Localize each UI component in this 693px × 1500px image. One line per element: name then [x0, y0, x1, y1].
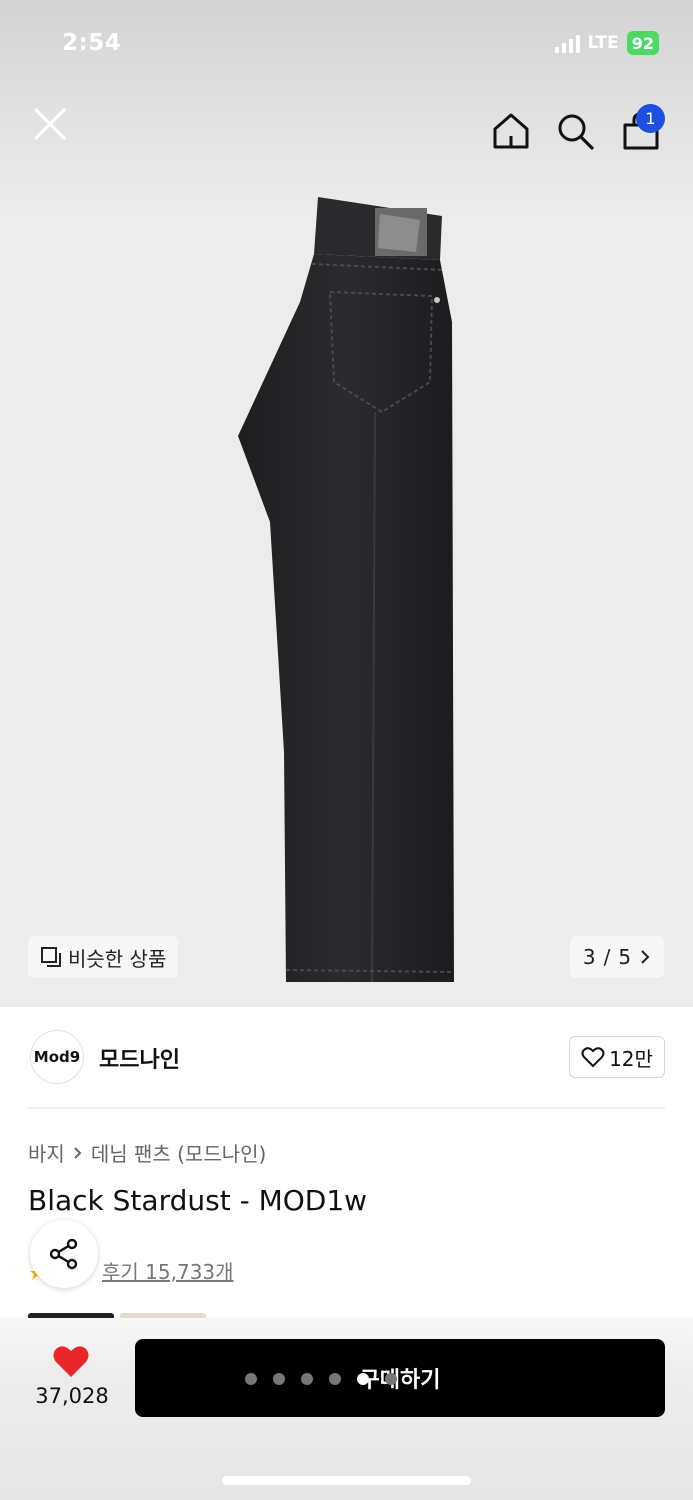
product-photo[interactable]	[230, 192, 465, 987]
brand-like-count: 12만	[609, 1046, 653, 1071]
page-separator: /	[603, 945, 611, 969]
brand-name[interactable]: 모드나인	[99, 1042, 180, 1074]
total-pages: 5	[618, 945, 632, 969]
breadcrumb-category[interactable]: 바지	[28, 1138, 65, 1167]
heart-filled-icon[interactable]	[52, 1344, 90, 1378]
brand-like-button[interactable]: 12만	[569, 1036, 665, 1078]
breadcrumb: 바지 데님 팬츠 (모드나인)	[28, 1138, 266, 1167]
breadcrumb-subcategory[interactable]: 데님 팬츠 (모드나인)	[91, 1138, 267, 1167]
current-page: 3	[582, 945, 596, 969]
cart-count-badge: 1	[636, 104, 665, 133]
review-link[interactable]: 후기 15,733개	[102, 1256, 234, 1285]
gallery-dot	[245, 1373, 257, 1385]
gallery-page-counter[interactable]: 3 / 5	[570, 936, 664, 978]
jeans-image	[238, 197, 455, 983]
buy-button[interactable]: 구매하기	[135, 1339, 665, 1417]
close-icon	[34, 108, 66, 140]
network-type: LTE	[587, 33, 619, 53]
gallery-dot	[385, 1373, 397, 1385]
share-icon	[49, 1238, 78, 1270]
gallery-dot	[273, 1373, 285, 1385]
brand-logo[interactable]: Mod9	[30, 1030, 84, 1084]
product-title: Black Stardust - MOD1w	[28, 1184, 368, 1217]
signal-icon	[554, 33, 580, 53]
heart-outline-icon	[581, 1047, 605, 1068]
status-indicators: LTE 92	[554, 31, 659, 55]
brand-row: Mod9 모드나인 12만	[28, 1028, 665, 1086]
similar-products-button[interactable]: 비슷한 상품	[28, 936, 179, 978]
similar-products-label: 비슷한 상품	[68, 946, 167, 971]
gallery-dot-active	[357, 1373, 369, 1385]
divider	[28, 1107, 665, 1109]
battery-icon: 92	[626, 31, 659, 55]
gallery-dot	[329, 1373, 341, 1385]
chevron-right-icon	[641, 950, 650, 964]
search-icon	[558, 114, 594, 150]
status-time: 2:54	[62, 30, 122, 56]
close-button[interactable]	[30, 104, 70, 144]
home-indicator[interactable]	[222, 1476, 471, 1485]
product-like-count: 37,028	[35, 1384, 109, 1408]
product-image-gallery[interactable]: 2:54 LTE 92 1 비슷한 상품 3 / 5	[0, 0, 693, 1007]
chevron-right-icon	[74, 1146, 82, 1159]
share-button[interactable]	[30, 1220, 98, 1288]
home-button[interactable]	[490, 110, 532, 152]
gallery-dot	[301, 1373, 313, 1385]
home-icon	[493, 113, 529, 149]
copy-icon	[41, 947, 61, 967]
gallery-dots	[245, 1373, 397, 1385]
search-button[interactable]	[556, 112, 596, 152]
status-bar: 2:54 LTE 92	[0, 0, 693, 86]
